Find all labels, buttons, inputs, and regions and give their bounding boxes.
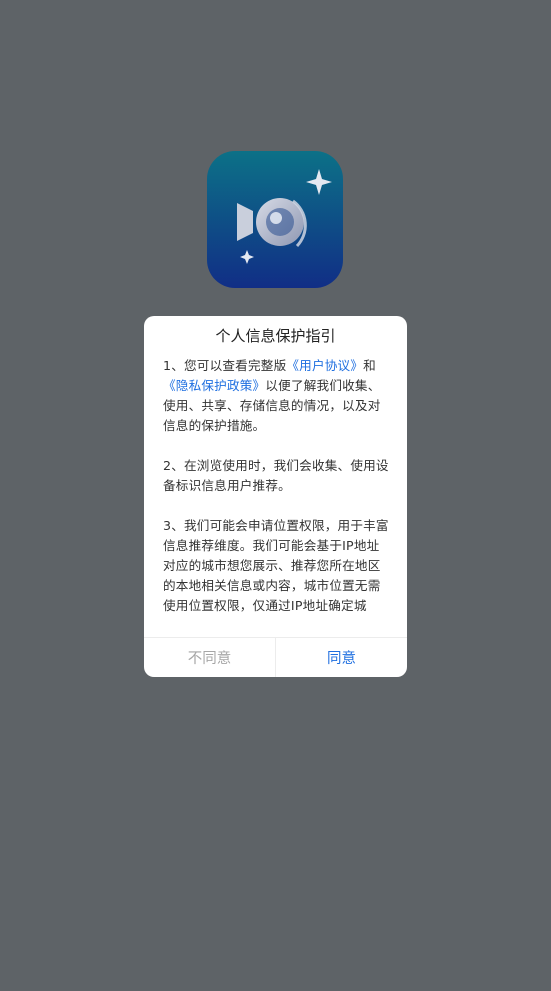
user-agreement-link[interactable]: 《用户协议》 [286, 358, 363, 373]
dialog-footer: 不同意 同意 [144, 637, 407, 677]
dialog-title: 个人信息保护指引 [215, 327, 336, 345]
app-logo-icon [207, 151, 343, 288]
privacy-dialog: 个人信息保护指引 1、您可以查看完整版《用户协议》和《隐私保护政策》以便了解我们… [144, 316, 407, 677]
disagree-button[interactable]: 不同意 [144, 638, 276, 677]
privacy-policy-link[interactable]: 《隐私保护政策》 [163, 378, 265, 393]
agree-button[interactable]: 同意 [276, 638, 407, 677]
paragraph-1-middle: 和 [363, 358, 376, 373]
paragraph-2: 2、在浏览使用时，我们会收集、使用设备标识信息用户推荐。 [163, 458, 389, 493]
paragraph-1: 1、您可以查看完整版《用户协议》和《隐私保护政策》以便了解我们收集、使用、共享、… [163, 356, 389, 436]
paragraph-1-prefix: 1、您可以查看完整版 [163, 358, 287, 373]
paragraph-3: 3、我们可能会申请位置权限，用于丰富信息推荐维度。我们可能会基于IP地址对应的城… [163, 518, 389, 613]
dialog-body[interactable]: 1、您可以查看完整版《用户协议》和《隐私保护政策》以便了解我们收集、使用、共享、… [163, 356, 389, 638]
